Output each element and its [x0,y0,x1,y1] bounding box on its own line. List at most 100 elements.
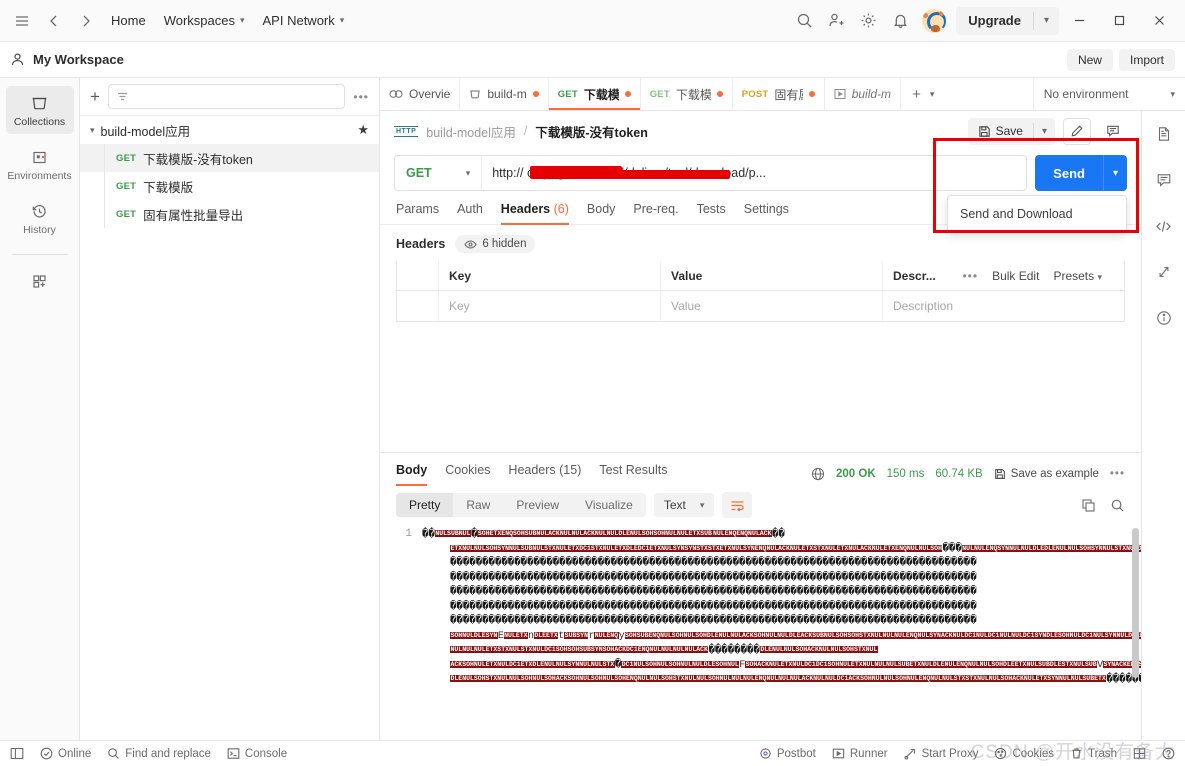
chevron-down-icon[interactable]: ▾ [90,125,95,136]
tab-settings[interactable]: Settings [744,202,789,224]
row-checkbox-cell[interactable] [397,291,439,321]
response-body-view[interactable]: 1 ��NULSUBNUL�SOHETXENQSOHSUBNULACKNULNU… [380,524,1141,740]
more-horizontal-icon[interactable]: ••• [353,90,369,104]
filter-input[interactable] [107,84,346,109]
bulk-edit-button[interactable]: Bulk Edit [992,269,1039,283]
tab-overview[interactable]: Overvie [380,78,461,110]
save-as-example-button[interactable]: Save as example [994,468,1099,480]
presets-button[interactable]: Presets ▾ [1053,269,1102,283]
save-chevron-down-icon[interactable]: ▾ [1034,126,1055,137]
vertical-scrollbar[interactable] [1132,528,1139,678]
wrap-lines-icon[interactable] [722,492,753,518]
trash-button[interactable]: Trash [1070,747,1117,760]
hidden-headers-toggle[interactable]: 6 hidden [455,235,536,253]
breadcrumb-collection[interactable]: build-model应用 [426,122,516,141]
view-mode-pretty[interactable]: Pretty [396,493,454,517]
gear-icon[interactable] [852,5,884,37]
plus-icon[interactable]: + [912,86,921,103]
response-body-content[interactable]: ��NULSUBNUL�SOHETXENQSOHSUBNULACKNULNULA… [420,524,1141,740]
key-input[interactable]: Key [449,299,470,313]
value-input[interactable]: Value [671,299,701,313]
chevron-down-icon[interactable]: ▾ [930,89,935,100]
layout-icon[interactable] [1133,747,1146,760]
more-horizontal-icon[interactable]: ••• [1110,468,1125,480]
search-icon[interactable] [1110,498,1125,513]
runner-button[interactable]: Runner [832,747,888,760]
tab-response-cookies[interactable]: Cookies [445,463,490,485]
arrow-right-icon[interactable] [70,5,102,37]
tab-test-results[interactable]: Test Results [599,463,667,485]
send-options-chevron-down-icon[interactable]: ▾ [1102,155,1127,191]
cookies-button[interactable]: Cookies [994,747,1054,760]
tab-pre-request[interactable]: Pre-req. [633,202,678,224]
panel-toggle-icon[interactable] [10,747,24,760]
star-icon[interactable]: ★ [357,122,369,138]
tab-response-body[interactable]: Body [396,463,428,486]
table-row[interactable]: Key Value Description [397,291,1124,321]
documentation-icon[interactable] [1151,123,1177,145]
format-select[interactable]: Text ▾ [653,493,715,517]
save-button[interactable]: Save [968,124,1033,138]
nav-home[interactable]: Home [102,8,155,33]
upgrade-chevron-down-icon[interactable]: ▾ [1034,15,1059,26]
maximize-button[interactable] [1099,0,1139,42]
environment-select[interactable]: No environment ▾ [1044,87,1175,101]
tab-request-2[interactable]: GET 下载模 [641,78,733,110]
menu-item-send-and-download[interactable]: Send and Download [948,201,1126,227]
view-mode-preview[interactable]: Preview [503,493,572,517]
tab-body[interactable]: Body [587,202,616,224]
comment-icon[interactable] [1151,169,1177,191]
list-item[interactable]: GET 下载模版-没有token [80,144,379,172]
sidebar-item-collections[interactable]: Collections [5,86,74,134]
search-icon[interactable] [788,5,820,37]
minimize-button[interactable] [1059,0,1099,42]
tab-request-3[interactable]: POST 固有属 [733,78,825,110]
invite-user-icon[interactable] [820,5,852,37]
copy-icon[interactable] [1081,498,1096,513]
sync-icon[interactable] [1151,261,1177,283]
nav-api-network[interactable]: API Network ▾ [254,8,354,33]
bell-icon[interactable] [884,5,916,37]
tab-headers[interactable]: Headers (6) [500,202,570,225]
info-icon[interactable] [1151,307,1177,329]
tab-tests[interactable]: Tests [697,202,726,224]
more-horizontal-icon[interactable]: ••• [962,269,978,283]
plus-icon[interactable]: + [90,88,100,105]
hamburger-icon[interactable] [6,5,38,37]
tab-response-headers[interactable]: Headers (15) [508,463,581,485]
tab-auth[interactable]: Auth [457,202,483,224]
sidebar-item-environments[interactable]: Environments [6,140,74,188]
arrow-left-icon[interactable] [38,5,70,37]
list-item[interactable]: GET 固有属性批量导出 [80,200,379,228]
url-input[interactable]: http:// cn/page/cim/build/deliver/tool/d… [481,156,1026,190]
comment-icon[interactable] [1099,118,1127,145]
view-mode-visualize[interactable]: Visualize [572,493,646,517]
postbot-button[interactable]: Postbot [759,747,816,760]
view-mode-raw[interactable]: Raw [453,493,503,517]
collection-row[interactable]: ▾ build-model应用 ★ [80,116,379,144]
upgrade-button[interactable]: Upgrade [956,7,1033,35]
find-and-replace-button[interactable]: Find and replace [107,747,211,760]
tab-params[interactable]: Params [396,202,439,224]
new-button[interactable]: New [1066,48,1113,71]
nav-workspaces[interactable]: Workspaces ▾ [155,8,254,33]
close-button[interactable] [1139,0,1179,42]
avatar[interactable] [922,8,947,33]
send-button[interactable]: Send [1035,155,1103,191]
code-icon[interactable] [1151,215,1177,237]
status-online[interactable]: Online [40,747,91,760]
console-button[interactable]: Console [227,747,287,760]
list-item[interactable]: GET 下载模版 [80,172,379,200]
import-button[interactable]: Import [1118,48,1175,71]
help-icon[interactable] [1162,747,1175,760]
description-input[interactable]: Description [893,299,953,313]
tab-runner[interactable]: build-m [825,78,902,110]
add-module-icon[interactable] [6,265,74,296]
method-select[interactable]: GET ▾ [395,156,481,190]
start-proxy-button[interactable]: Start Proxy [904,747,978,760]
tab-request-1[interactable]: GET 下载模 [548,78,641,110]
pencil-icon[interactable] [1063,117,1091,145]
tab-collection[interactable]: build-m [460,78,549,110]
select-all-cell[interactable] [397,261,439,290]
sidebar-item-history[interactable]: History [6,194,74,242]
